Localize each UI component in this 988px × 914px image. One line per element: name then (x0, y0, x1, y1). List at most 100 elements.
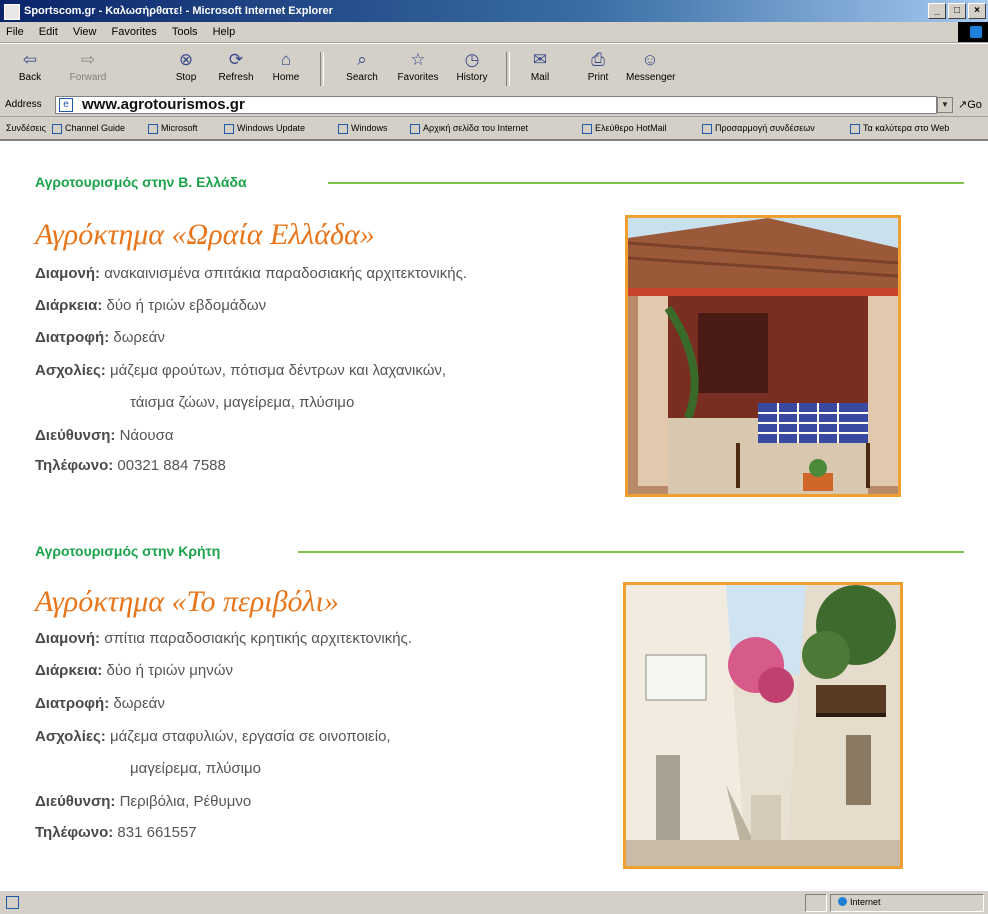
detail-label: Διεύθυνση: (35, 427, 116, 444)
detail-value: Νάουσα (119, 427, 174, 444)
address-dropdown-button[interactable]: ▼ (937, 97, 953, 113)
page-status-icon (6, 896, 19, 909)
go-button[interactable]: ↗Go (958, 98, 982, 111)
menu-file[interactable]: File (0, 22, 30, 42)
link-microsoft[interactable]: Microsoft (148, 117, 198, 139)
detail-label: Ασχολίες: (35, 728, 106, 745)
link-page-icon (850, 123, 860, 134)
detail-value: δύο ή τριών εβδομάδων (106, 297, 267, 314)
print-icon: ⎙ (591, 50, 605, 69)
link-text: Αρχική σελίδα του Internet (423, 123, 529, 133)
detail-label: Διατροφή: (35, 329, 110, 346)
toolbar-separator (320, 52, 324, 86)
mail-button[interactable]: ✉ Mail (516, 50, 564, 90)
link-text: Προσαρμογή συνδέσεων (715, 123, 815, 133)
detail-value: 831 661557 (117, 824, 197, 841)
menu-bar: File Edit View Favorites Tools Help (0, 22, 988, 43)
farm-title: Αγρόκτημα «Ωραία Ελλάδα» (35, 218, 375, 251)
detail-address: Διεύθυνση: Νάουσα (35, 427, 174, 444)
address-label: Address (5, 99, 42, 110)
status-pane (805, 894, 827, 912)
links-label: Συνδέσεις (6, 123, 46, 133)
farmhouse-photo (625, 215, 901, 497)
detail-label: Διαμονή: (35, 265, 101, 282)
stop-button[interactable]: ⊗ Stop (162, 50, 210, 90)
favorites-button[interactable]: ☆ Favorites (394, 50, 442, 90)
detail-label: Διάρκεια: (35, 662, 103, 679)
section-header-crete: Αγροτουρισμός στην Κρήτη (35, 543, 221, 559)
detail-stay: Διαμονή: σπίτια παραδοσιακής κρητικής αρ… (35, 630, 412, 647)
detail-label: Διατροφή: (35, 695, 110, 712)
page-icon: e (59, 98, 73, 112)
menu-view[interactable]: View (67, 22, 103, 42)
section-divider (298, 551, 964, 553)
detail-value: 00321 884 7588 (117, 457, 226, 474)
history-label: History (456, 72, 488, 83)
link-hotmail[interactable]: Ελεύθερο HotMail (582, 117, 667, 139)
detail-activities: Ασχολίες: μάζεμα φρούτων, πότισμα δέντρω… (35, 362, 446, 379)
detail-value: μάζεμα σταφυλιών, εργασία σε οινοποιείο, (109, 728, 391, 745)
address-bar: Address e www.agrotourismos.gr ▼ ↗Go (0, 94, 988, 117)
maximize-button[interactable]: □ (948, 3, 966, 19)
section-header-north-greece: Αγροτουρισμός στην Β. Ελλάδα (35, 174, 247, 190)
refresh-button[interactable]: ⟳ Refresh (212, 50, 260, 90)
detail-activities-continued: τάισμα ζώων, μαγείρεμα, πλύσιμο (130, 394, 355, 411)
menu-favorites[interactable]: Favorites (106, 22, 163, 42)
detail-phone: Τηλέφωνο: 00321 884 7588 (35, 457, 226, 474)
detail-activities: Ασχολίες: μάζεμα σταφυλιών, εργασία σε ο… (35, 728, 391, 745)
ie-app-icon (4, 4, 20, 20)
link-text: Windows (351, 123, 388, 133)
farmhouse-photo-illustration (628, 218, 898, 494)
detail-food: Διατροφή: δωρεάν (35, 695, 165, 712)
link-best-of-web[interactable]: Τα καλύτερα στο Web (850, 117, 949, 139)
link-customize-links[interactable]: Προσαρμογή συνδέσεων (702, 117, 815, 139)
link-windows[interactable]: Windows (338, 117, 388, 139)
minimize-button[interactable]: _ (928, 3, 946, 19)
forward-arrow-icon: ⇨ (80, 50, 96, 69)
history-icon: ◷ (464, 50, 480, 69)
messenger-button[interactable]: ☺ Messenger (626, 50, 676, 90)
detail-label: Διάρκεια: (35, 297, 103, 314)
link-internet-home[interactable]: Αρχική σελίδα του Internet (410, 117, 528, 139)
security-zone-label: Internet (850, 897, 881, 907)
messenger-label: Messenger (626, 72, 676, 83)
detail-label: Τηλέφωνο: (35, 824, 114, 841)
detail-stay: Διαμονή: ανακαινισμένα σπιτάκια παραδοσι… (35, 265, 467, 282)
section-divider (328, 182, 964, 184)
link-windows-update[interactable]: Windows Update (224, 117, 305, 139)
toolbar-separator (506, 52, 510, 86)
detail-phone: Τηλέφωνο: 831 661557 (35, 824, 197, 841)
home-button[interactable]: ⌂ Home (262, 50, 310, 90)
print-button[interactable]: ⎙ Print (574, 50, 622, 90)
mail-label: Mail (530, 72, 550, 83)
search-button[interactable]: ⌕ Search (338, 50, 386, 90)
menu-edit[interactable]: Edit (33, 22, 64, 42)
link-text: Ελεύθερο HotMail (595, 123, 667, 133)
search-icon: ⌕ (357, 50, 367, 69)
ie-throbber-logo (958, 22, 988, 42)
link-text: Τα καλύτερα στο Web (863, 123, 950, 133)
close-button[interactable]: × (968, 3, 986, 19)
detail-value: Περιβόλια, Ρέθυμνο (119, 793, 252, 810)
address-url[interactable]: www.agrotourismos.gr (82, 96, 245, 113)
print-label: Print (587, 72, 609, 83)
link-page-icon (52, 123, 62, 134)
mail-icon: ✉ (532, 50, 548, 69)
back-button[interactable]: ⇦ Back (6, 50, 54, 90)
forward-button[interactable]: ⇨ Forward (64, 50, 112, 90)
menu-help[interactable]: Help (207, 22, 242, 42)
messenger-icon: ☺ (641, 50, 659, 69)
stop-icon: ⊗ (178, 50, 194, 69)
refresh-icon: ⟳ (228, 50, 244, 69)
link-text: Microsoft (161, 123, 198, 133)
window-title: Sportscom.gr - Καλωσήρθατε! - Microsoft … (24, 5, 333, 17)
village-street-photo-illustration (626, 585, 900, 866)
page-content: Αγροτουρισμός στην Β. Ελλάδα Αγρόκτημα «… (0, 141, 988, 890)
address-input[interactable]: e www.agrotourismos.gr (55, 96, 937, 114)
link-channel-guide[interactable]: Channel Guide (52, 117, 125, 139)
detail-value: μάζεμα φρούτων, πότισμα δέντρων και λαχα… (109, 362, 447, 379)
forward-label: Forward (69, 72, 107, 83)
menu-tools[interactable]: Tools (166, 22, 204, 42)
history-button[interactable]: ◷ History (448, 50, 496, 90)
search-label: Search (346, 72, 378, 83)
